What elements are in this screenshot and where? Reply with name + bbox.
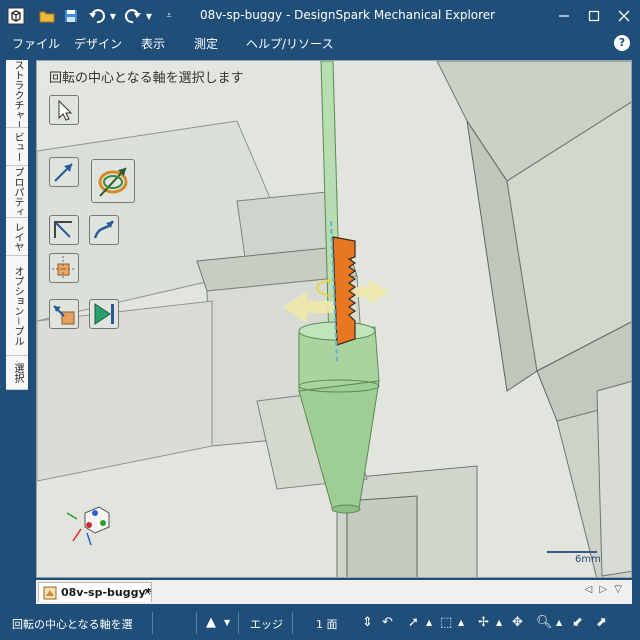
spin-dropdown-icon[interactable]: ▲ <box>496 618 502 627</box>
open-folder-icon[interactable] <box>38 6 56 26</box>
spin-icon[interactable]: ✢ <box>478 615 489 630</box>
undo-dropdown-icon[interactable]: ▼ <box>108 6 118 26</box>
scale-bar <box>547 551 597 553</box>
zoom-icon[interactable]: 🔍︎ <box>536 615 553 630</box>
tab-view[interactable]: ビュー <box>6 128 28 166</box>
status-message: 回転の中心となる軸を選 <box>12 618 133 631</box>
menu-help-resources[interactable]: ヘルプ/リソース <box>246 35 333 52</box>
pull-both-tool-button[interactable] <box>49 299 79 329</box>
up-down-arrows-icon[interactable]: ⇕ <box>362 615 373 630</box>
minimize-icon[interactable] <box>548 0 580 32</box>
scale-label: 6mm <box>575 554 601 565</box>
redo-dropdown-icon[interactable]: ▼ <box>144 6 154 26</box>
pan-icon[interactable]: ✥ <box>512 615 523 630</box>
tab-layers[interactable]: レイヤ <box>6 218 28 256</box>
previous-view-icon[interactable]: ⬋ <box>572 615 583 630</box>
tab-options-pull[interactable]: オプション－プル <box>6 256 28 356</box>
document-tab-close-icon[interactable]: × <box>143 585 152 598</box>
menu-design[interactable]: デザイン <box>74 35 122 52</box>
pivot-icon <box>52 256 76 280</box>
document-tab-label: 08v-sp-buggy* <box>61 586 152 599</box>
select-icon <box>58 99 73 121</box>
pull-both-icon <box>53 305 75 325</box>
revolve-axis-tool-button[interactable] <box>91 159 135 203</box>
tab-selection[interactable]: 選択 <box>6 356 28 390</box>
pivot-tool-button[interactable] <box>49 253 79 283</box>
window-title: 08v-sp-buggy - DesignSpark Mechanical Ex… <box>200 8 496 22</box>
direction-icon <box>54 163 73 182</box>
undo-select-icon[interactable]: ↶ <box>382 615 393 630</box>
close-icon[interactable] <box>608 0 640 32</box>
tab-properties[interactable]: プロパティ <box>6 166 28 218</box>
pull-full-icon <box>54 221 72 238</box>
customize-icon[interactable]: ⩡ <box>162 6 176 26</box>
menu-view[interactable]: 表示 <box>141 35 165 52</box>
title-bar: ▼ ▼ ⩡ 08v-sp-buggy - DesignSpark Mechani… <box>0 0 640 32</box>
next-view-icon[interactable]: ⬈ <box>596 615 607 630</box>
zoom-dropdown-icon[interactable]: ▲ <box>556 618 562 627</box>
maximize-icon[interactable] <box>578 0 610 32</box>
document-tab-nav[interactable]: ◁ ▷ ▽ <box>585 584 624 595</box>
side-panel-tabs: ストラクチャー ビュー プロパティ レイヤ オプション－プル 選択 <box>6 60 28 390</box>
filter-dropdown-icon[interactable]: ▼ <box>224 618 230 627</box>
document-icon <box>43 586 57 600</box>
pull-up-to-icon <box>93 220 115 239</box>
box-select-icon[interactable]: ⬚ <box>440 615 452 630</box>
select-mode-dropdown-icon[interactable]: ▲ <box>426 618 432 627</box>
document-tab[interactable]: 08v-sp-buggy* × <box>38 582 152 602</box>
box-select-dropdown-icon[interactable]: ▲ <box>458 618 464 627</box>
document-tab-strip: 08v-sp-buggy* × ◁ ▷ ▽ <box>36 580 632 604</box>
complete-tool-button[interactable] <box>89 299 119 329</box>
direction-tool-button[interactable] <box>49 157 79 187</box>
app-window: ▼ ▼ ⩡ 08v-sp-buggy - DesignSpark Mechani… <box>0 0 640 640</box>
undo-icon[interactable] <box>86 6 108 26</box>
selection-count: 1 面 <box>316 618 338 631</box>
menu-bar: ファイル デザイン 表示 測定 ヘルプ/リソース ? <box>0 32 640 54</box>
redo-icon[interactable] <box>122 6 144 26</box>
complete-icon <box>94 303 114 325</box>
save-icon[interactable] <box>62 6 80 26</box>
triangle-filter-icon[interactable]: ▲ <box>206 615 216 630</box>
menu-file[interactable]: ファイル <box>12 35 60 52</box>
pull-up-to-tool-button[interactable] <box>89 215 119 245</box>
model-scene <box>37 61 631 577</box>
selection-filter[interactable]: エッジ <box>250 616 283 632</box>
app-logo-icon[interactable] <box>6 6 26 26</box>
3d-viewport[interactable]: 回転の中心となる軸を選択します 6mm <box>36 60 632 578</box>
select-tool-button[interactable] <box>49 95 79 125</box>
instruction-prompt: 回転の中心となる軸を選択します <box>49 71 244 86</box>
menu-measure[interactable]: 測定 <box>194 35 218 52</box>
tab-structure[interactable]: ストラクチャー <box>6 60 28 128</box>
pull-full-tool-button[interactable] <box>49 215 79 245</box>
revolve-axis-icon <box>98 167 128 197</box>
help-icon[interactable]: ? <box>614 35 630 51</box>
select-mode-icon[interactable]: ➚ <box>408 615 419 630</box>
status-bar: 回転の中心となる軸を選 ▲ ▼ エッジ 1 面 ⇕ ↶ ➚ ▲ ⬚ ▲ ✢ ▲ … <box>0 606 640 640</box>
